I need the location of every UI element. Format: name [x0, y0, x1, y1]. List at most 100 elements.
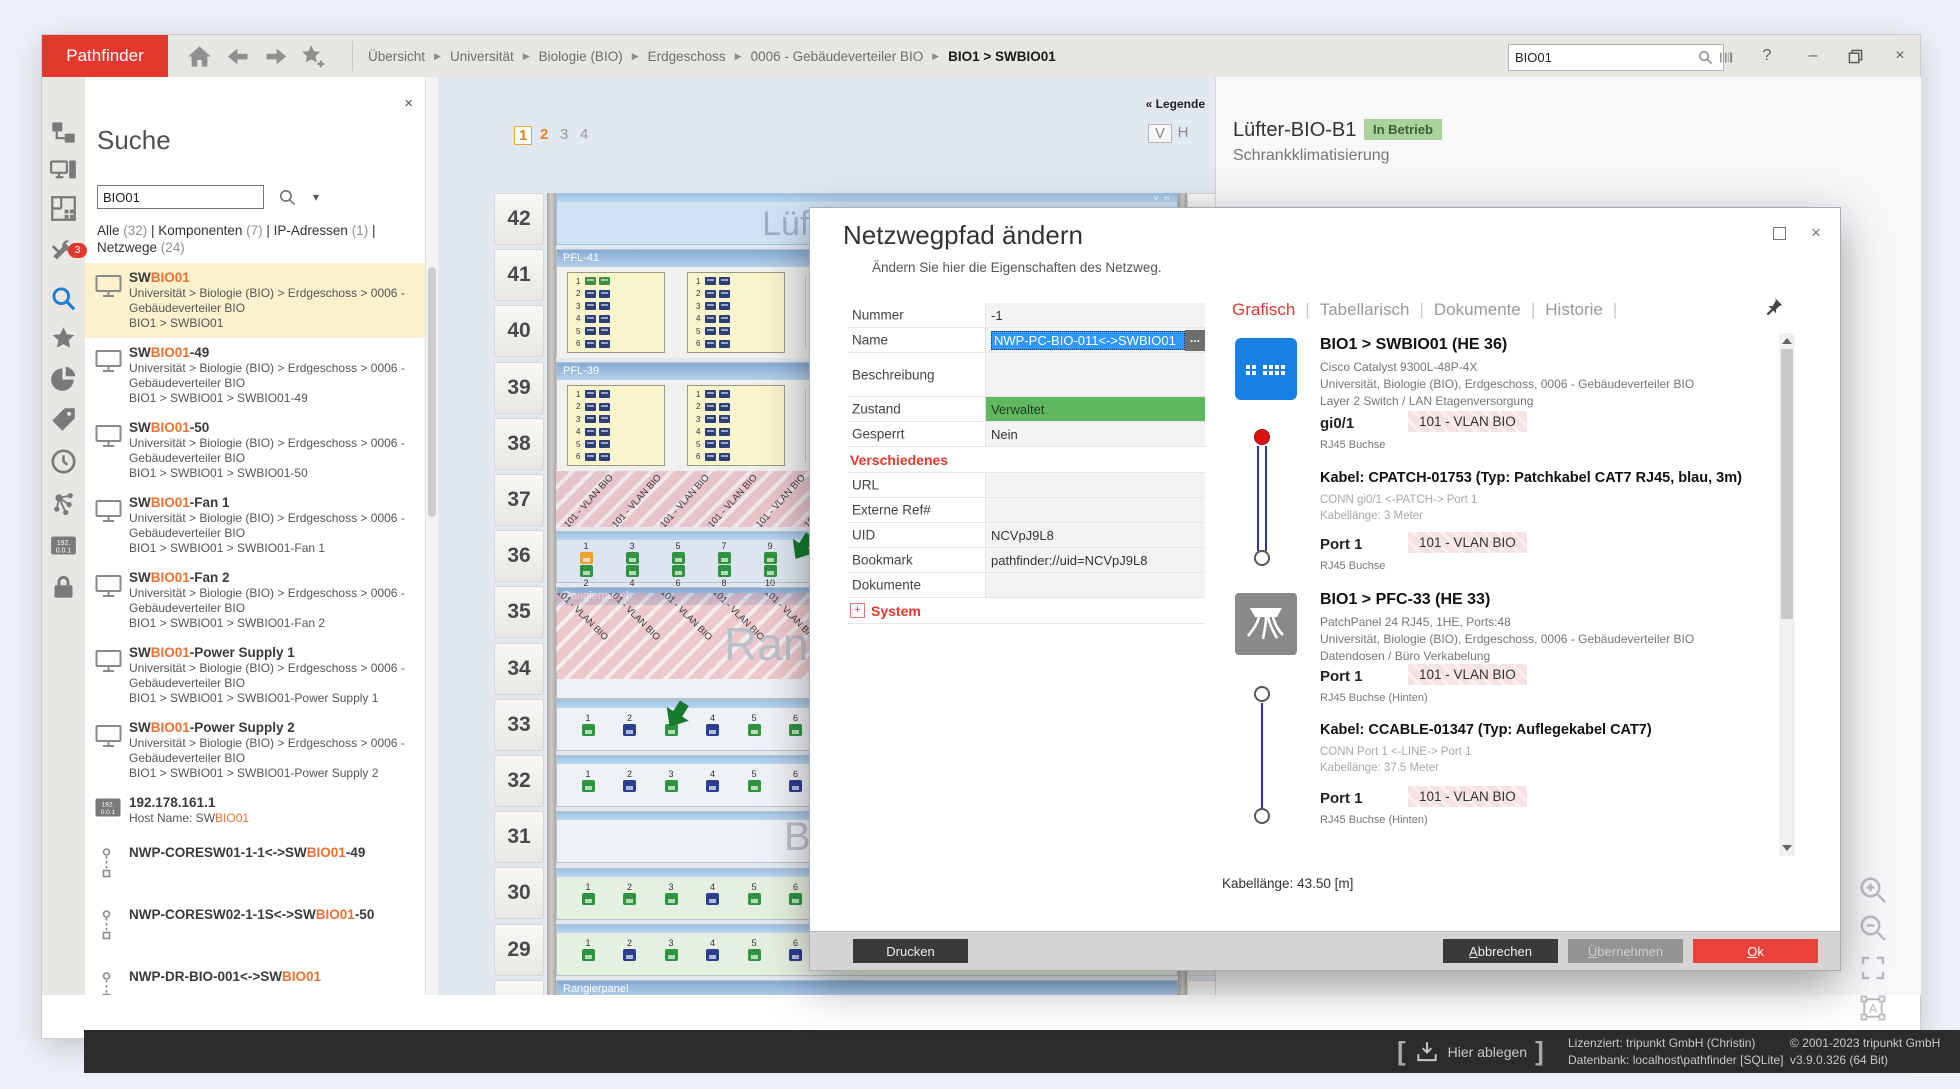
pin-icon[interactable]: [1762, 296, 1784, 318]
tab-historie[interactable]: Historie: [1545, 300, 1603, 319]
breadcrumb-item[interactable]: Universität: [450, 49, 514, 64]
form-value[interactable]: [985, 573, 1205, 597]
result-filter[interactable]: Alle (32): [97, 223, 147, 238]
search-results-scrollbar[interactable]: [425, 77, 439, 995]
drop-zone[interactable]: [ Hier ablegen ]: [1397, 1030, 1544, 1073]
tags-icon[interactable]: [50, 406, 77, 433]
reports-icon[interactable]: [50, 365, 77, 392]
global-search-box[interactable]: [1508, 44, 1724, 71]
form-value[interactable]: [985, 498, 1205, 522]
abbrechen-button[interactable]: Abbrechen: [1443, 939, 1558, 963]
search-icon[interactable]: [1697, 49, 1714, 66]
scrollbar-thumb[interactable]: [428, 267, 436, 517]
search-icon[interactable]: [278, 188, 297, 207]
form-value[interactable]: pathfinder://uid=NCVpJ9L8: [985, 548, 1205, 572]
port-column[interactable]: 6: [781, 882, 811, 906]
form-value[interactable]: -1: [985, 303, 1205, 327]
search-input[interactable]: [97, 185, 264, 209]
search-result-item[interactable]: NWP-CORESW02-1-1S<->SWBIO01-50: [85, 895, 425, 957]
port-column[interactable]: 4: [698, 769, 728, 793]
breadcrumb-item[interactable]: Biologie (BIO): [539, 49, 623, 64]
form-value[interactable]: Nein: [985, 422, 1205, 446]
switch-port-column[interactable]: 78: [709, 541, 739, 588]
search-options-caret-icon[interactable]: ▾: [313, 190, 319, 204]
result-filter[interactable]: IP-Adressen (1): [274, 223, 369, 238]
port-column[interactable]: 5: [739, 882, 769, 906]
path-node-marker[interactable]: [1254, 686, 1270, 702]
barcode-icon[interactable]: [1718, 49, 1735, 66]
breadcrumb-item[interactable]: BIO1 > SWBIO01: [948, 49, 1056, 64]
search-result-item[interactable]: SWBIO01-Fan 1Universität > Biologie (BIO…: [85, 488, 425, 563]
port-column[interactable]: 4: [698, 713, 728, 737]
zoom-out-icon[interactable]: [1858, 913, 1888, 943]
page-button[interactable]: 3: [560, 126, 568, 143]
port-column[interactable]: 6: [781, 713, 811, 737]
add-favorite-icon[interactable]: [300, 43, 327, 70]
form-value[interactable]: NCVpJ9L8: [985, 523, 1205, 547]
form-value[interactable]: [985, 473, 1205, 497]
orientation-v-button[interactable]: V: [1148, 124, 1172, 143]
panel-close-icon[interactable]: ×: [404, 95, 413, 112]
search-nav-icon[interactable]: [50, 285, 77, 312]
path-node-marker[interactable]: [1254, 429, 1270, 445]
port-column[interactable]: 2: [615, 938, 645, 962]
orientation-h-button[interactable]: H: [1172, 124, 1194, 141]
page-button[interactable]: 2: [540, 126, 548, 143]
back-icon[interactable]: [225, 43, 252, 70]
dialog-maximize-icon[interactable]: [1768, 222, 1790, 244]
port-column[interactable]: 1: [573, 769, 603, 793]
port-column[interactable]: 1: [573, 882, 603, 906]
port-column[interactable]: 5: [739, 769, 769, 793]
lock-icon[interactable]: [50, 574, 77, 601]
breadcrumb-item[interactable]: Übersicht: [368, 49, 425, 64]
search-result-item[interactable]: NWP-CORESW01-1-1<->SWBIO01-49: [85, 833, 425, 895]
search-result-item[interactable]: SWBIO01-Power Supply 2Universität > Biol…: [85, 713, 425, 788]
search-result-item[interactable]: 192.0.0.1192.178.161.1Host Name: SWBIO01: [85, 788, 425, 833]
port-column[interactable]: 6: [781, 938, 811, 962]
history-icon[interactable]: [50, 448, 77, 475]
port-column[interactable]: 4: [698, 882, 728, 906]
port-column[interactable]: 1: [573, 938, 603, 962]
switch-port-column[interactable]: 12: [571, 541, 601, 588]
expand-icon[interactable]: +: [850, 603, 865, 618]
drucken-button[interactable]: Drucken: [853, 939, 968, 963]
ok-button[interactable]: Ok: [1693, 939, 1818, 963]
devices-icon[interactable]: [50, 157, 77, 184]
result-filter[interactable]: Netzwege (24): [97, 240, 185, 255]
more-button[interactable]: ...: [1185, 330, 1205, 351]
port-column[interactable]: 3: [656, 882, 686, 906]
switch-port-column[interactable]: 34: [617, 541, 647, 588]
port-column[interactable]: 3: [656, 938, 686, 962]
app-logo[interactable]: Pathfinder: [42, 35, 168, 77]
dialog-close-icon[interactable]: ×: [1805, 222, 1827, 244]
port-column[interactable]: 2: [615, 713, 645, 737]
scrollbar-thumb[interactable]: [1781, 349, 1793, 619]
legend-toggle[interactable]: « Legende: [1146, 97, 1205, 111]
page-button[interactable]: 4: [580, 126, 588, 143]
tab-tabellarisch[interactable]: Tabellarisch: [1320, 300, 1410, 319]
path-node-marker[interactable]: [1254, 808, 1270, 824]
minimize-button[interactable]: –: [1800, 43, 1826, 69]
search-result-item[interactable]: NWP-DR-BIO-001<->SWBIO01: [85, 957, 425, 995]
fit-view-icon[interactable]: [1858, 953, 1888, 983]
search-result-item[interactable]: SWBIO01-Power Supply 1Universität > Biol…: [85, 638, 425, 713]
search-result-item[interactable]: SWBIO01Universität > Biologie (BIO) > Er…: [85, 263, 425, 338]
switch-port-column[interactable]: 56: [663, 541, 693, 588]
port-column[interactable]: 6: [781, 769, 811, 793]
port-column[interactable]: 5: [739, 938, 769, 962]
port-column[interactable]: 4: [698, 938, 728, 962]
port-column[interactable]: 5: [739, 713, 769, 737]
port-column[interactable]: 1: [573, 713, 603, 737]
search-result-item[interactable]: SWBIO01-50Universität > Biologie (BIO) >…: [85, 413, 425, 488]
graph-scrollbar[interactable]: [1779, 333, 1795, 856]
tab-dokumente[interactable]: Dokumente: [1434, 300, 1521, 319]
port-column[interactable]: 2: [615, 769, 645, 793]
graph-icon[interactable]: [50, 490, 77, 517]
floorplan-icon[interactable]: [50, 195, 77, 222]
favorites-icon[interactable]: [50, 325, 77, 352]
switch-port-column[interactable]: 910: [755, 541, 785, 588]
path-node-marker[interactable]: [1254, 550, 1270, 566]
forward-icon[interactable]: [262, 43, 289, 70]
restore-button[interactable]: [1842, 43, 1868, 69]
form-value[interactable]: NWP-PC-BIO-011<->SWBIO01...: [985, 328, 1205, 352]
